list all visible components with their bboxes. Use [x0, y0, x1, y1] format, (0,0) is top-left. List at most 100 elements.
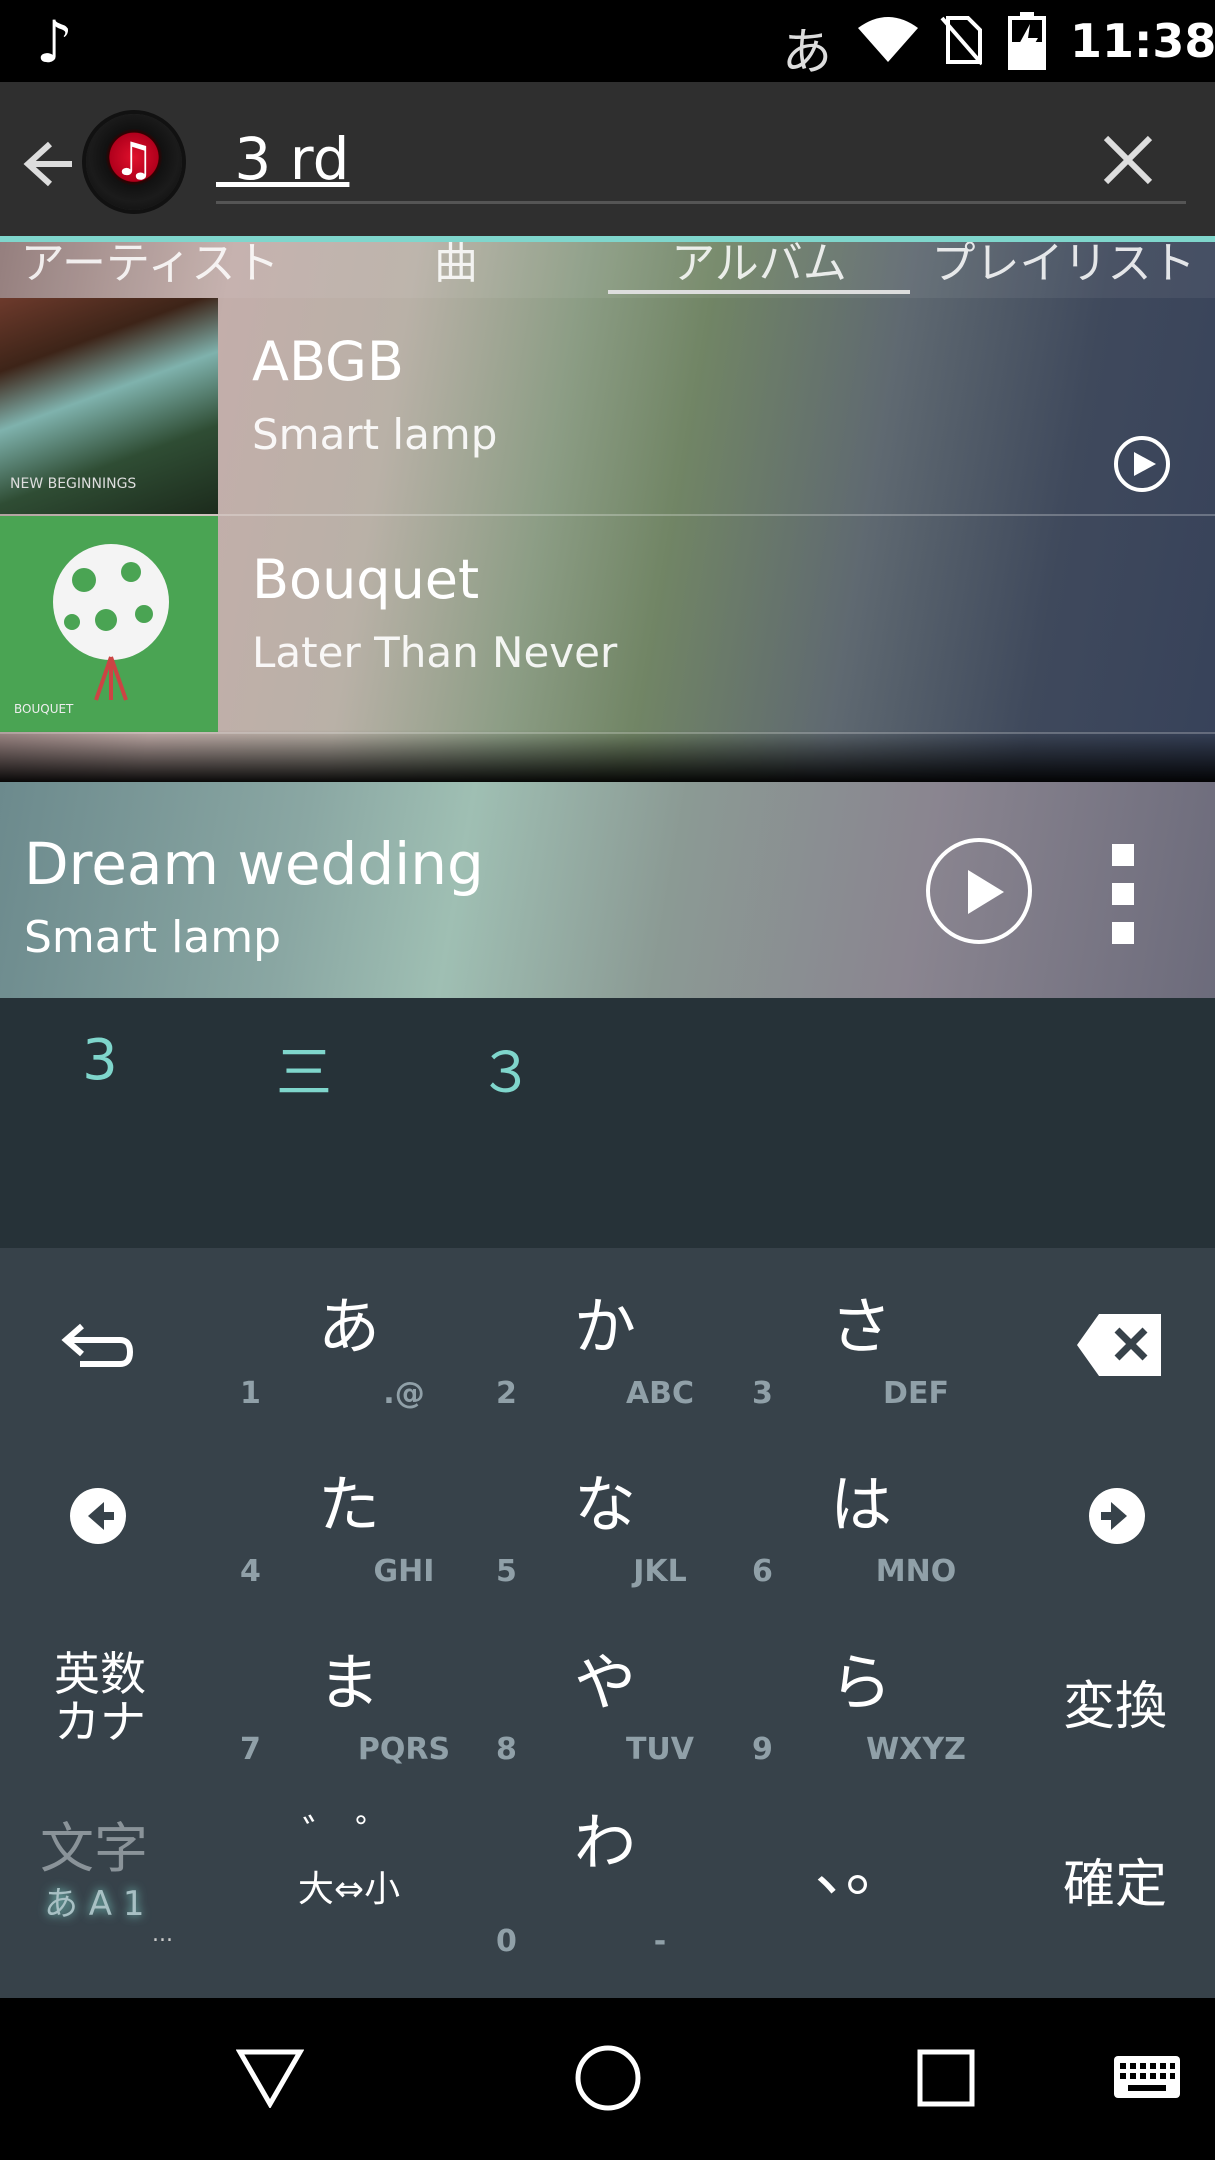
list-item[interactable]: NEW BEGINNINGS ABGB Smart lamp: [0, 298, 1215, 516]
music-note-icon: ♪: [36, 8, 74, 76]
key-latin: ABC: [625, 1376, 695, 1411]
back-triangle-icon[interactable]: [236, 2048, 304, 2108]
key-num: 7: [240, 1732, 261, 1767]
now-playing-title: Dream wedding: [24, 830, 484, 898]
key-kana: 、。: [814, 1832, 908, 1905]
now-playing-artist: Smart lamp: [24, 912, 282, 963]
candidate-item[interactable]: ３: [446, 1028, 566, 1109]
candidate-item[interactable]: 3: [40, 1028, 160, 1093]
tab-artist[interactable]: アーティスト: [0, 242, 300, 294]
mode-sub: あ A 1: [44, 1884, 145, 1924]
key-num: 6: [752, 1554, 773, 1589]
key-num: 9: [752, 1732, 773, 1767]
key-sa[interactable]: さ 3 DEF: [736, 1248, 986, 1426]
status-bar: ♪ あ 11:38: [0, 0, 1215, 82]
album-title: ABGB: [252, 330, 404, 393]
key-num: 1: [240, 1376, 261, 1411]
henkan-key[interactable]: 変換: [1015, 1604, 1215, 1782]
album-cover: BOUQUET: [0, 516, 218, 732]
key-latin: WXYZ: [866, 1732, 966, 1767]
key-a[interactable]: あ 1 .@: [224, 1248, 474, 1426]
list-fade: [0, 730, 1215, 782]
key-kana: ま: [317, 1646, 380, 1719]
key-na[interactable]: な 5 JKL: [480, 1426, 730, 1604]
album-list-panel: アーティスト 曲 アルバム プレイリスト NEW BEGINNINGS ABGB…: [0, 242, 1215, 782]
undo-key[interactable]: [0, 1248, 200, 1426]
key-latin: GHI: [373, 1554, 435, 1589]
key-ya[interactable]: や 8 TUV: [480, 1604, 730, 1782]
back-arrow-icon[interactable]: [10, 132, 74, 196]
backspace-icon: [1077, 1314, 1161, 1376]
search-input[interactable]: [216, 118, 1066, 200]
key-kana: は: [829, 1468, 892, 1541]
key-kana: た: [317, 1468, 380, 1541]
key-latin: JKL: [633, 1554, 687, 1589]
mode-ellipsis: ...: [152, 1922, 173, 1947]
album-cover: NEW BEGINNINGS: [0, 298, 218, 514]
tab-playlist[interactable]: プレイリスト: [912, 242, 1215, 294]
cover-text: NEW BEGINNINGS: [10, 476, 137, 492]
no-sim-icon: [940, 16, 982, 66]
henkan-label: 変換: [1062, 1677, 1167, 1737]
music-app-logo-icon: ♫: [86, 114, 182, 210]
key-latin: PQRS: [357, 1732, 451, 1767]
now-playing-bar[interactable]: Dream wedding Smart lamp: [0, 782, 1215, 998]
search-toolbar: ♫: [0, 82, 1215, 238]
flick-keyboard: 英数 カナ 文字 あ A 1 ... あ 1 .@ か 2 ABC さ 3 DEF た 4 GH…: [0, 1248, 1215, 1998]
category-tabs: アーティスト 曲 アルバム プレイリスト: [0, 242, 1215, 298]
key-num: 0: [496, 1924, 517, 1959]
key-kana: あ: [317, 1290, 380, 1363]
eisu-kana-key[interactable]: 英数 カナ: [0, 1604, 200, 1782]
list-item[interactable]: BOUQUET Bouquet Later Than Never: [0, 516, 1215, 734]
key-ha[interactable]: は 6 MNO: [736, 1426, 986, 1604]
key-wa[interactable]: わ 0 -: [480, 1782, 730, 1960]
tab-songs[interactable]: 曲: [306, 242, 606, 294]
navigation-bar: [0, 1998, 1215, 2160]
dakuten-bottom: 大⇔小: [297, 1869, 401, 1910]
input-mode-key[interactable]: 文字 あ A 1 ...: [0, 1782, 200, 1960]
key-num: 4: [240, 1554, 261, 1589]
ime-indicator: あ: [782, 23, 832, 81]
key-num: 5: [496, 1554, 517, 1589]
album-artist: Later Than Never: [252, 628, 618, 677]
album-title: Bouquet: [252, 548, 480, 611]
key-ka[interactable]: か 2 ABC: [480, 1248, 730, 1426]
cursor-right-key[interactable]: [1015, 1426, 1215, 1604]
play-circle-icon[interactable]: [1114, 436, 1170, 492]
conversion-candidates: 3 三 ３: [0, 998, 1215, 1250]
punctuation-key[interactable]: 、。: [736, 1782, 986, 1960]
backspace-key[interactable]: [1015, 1248, 1215, 1426]
wifi-icon: [858, 17, 918, 62]
cursor-right-icon: [1089, 1488, 1145, 1544]
key-ma[interactable]: ま 7 PQRS: [224, 1604, 474, 1782]
key-latin: TUV: [625, 1732, 695, 1767]
key-latin: .@: [383, 1376, 425, 1411]
key-num: 3: [752, 1376, 773, 1411]
cover-text: BOUQUET: [14, 702, 74, 716]
home-circle-icon[interactable]: [574, 2044, 642, 2112]
play-button[interactable]: [926, 838, 1032, 944]
eisu-kana-label: 英数 カナ: [54, 1647, 146, 1749]
clear-icon[interactable]: [1100, 132, 1156, 188]
key-latin: -: [653, 1924, 667, 1959]
mode-label: 文字: [40, 1817, 148, 1880]
candidate-item[interactable]: 三: [244, 1028, 364, 1109]
key-num: 8: [496, 1732, 517, 1767]
keyboard-icon[interactable]: [1112, 2054, 1182, 2100]
recents-square-icon[interactable]: [916, 2048, 976, 2108]
search-field[interactable]: [216, 118, 1186, 204]
cursor-left-key[interactable]: [0, 1426, 200, 1604]
dakuten-top: ゛ ゜: [302, 1812, 396, 1858]
key-ra[interactable]: ら 9 WXYZ: [736, 1604, 986, 1782]
kakutei-label: 確定: [1062, 1855, 1167, 1915]
key-kana: さ: [829, 1290, 892, 1363]
dakuten-key[interactable]: ゛ ゜ 大⇔小: [224, 1782, 474, 1960]
key-kana: な: [573, 1468, 636, 1541]
key-ta[interactable]: た 4 GHI: [224, 1426, 474, 1604]
clock: 11:38: [1070, 14, 1215, 68]
more-options-icon[interactable]: [1112, 844, 1136, 944]
key-latin: MNO: [875, 1554, 957, 1589]
kakutei-key[interactable]: 確定: [1015, 1782, 1215, 1960]
tab-album[interactable]: アルバム: [608, 242, 910, 294]
key-latin: DEF: [883, 1376, 949, 1411]
